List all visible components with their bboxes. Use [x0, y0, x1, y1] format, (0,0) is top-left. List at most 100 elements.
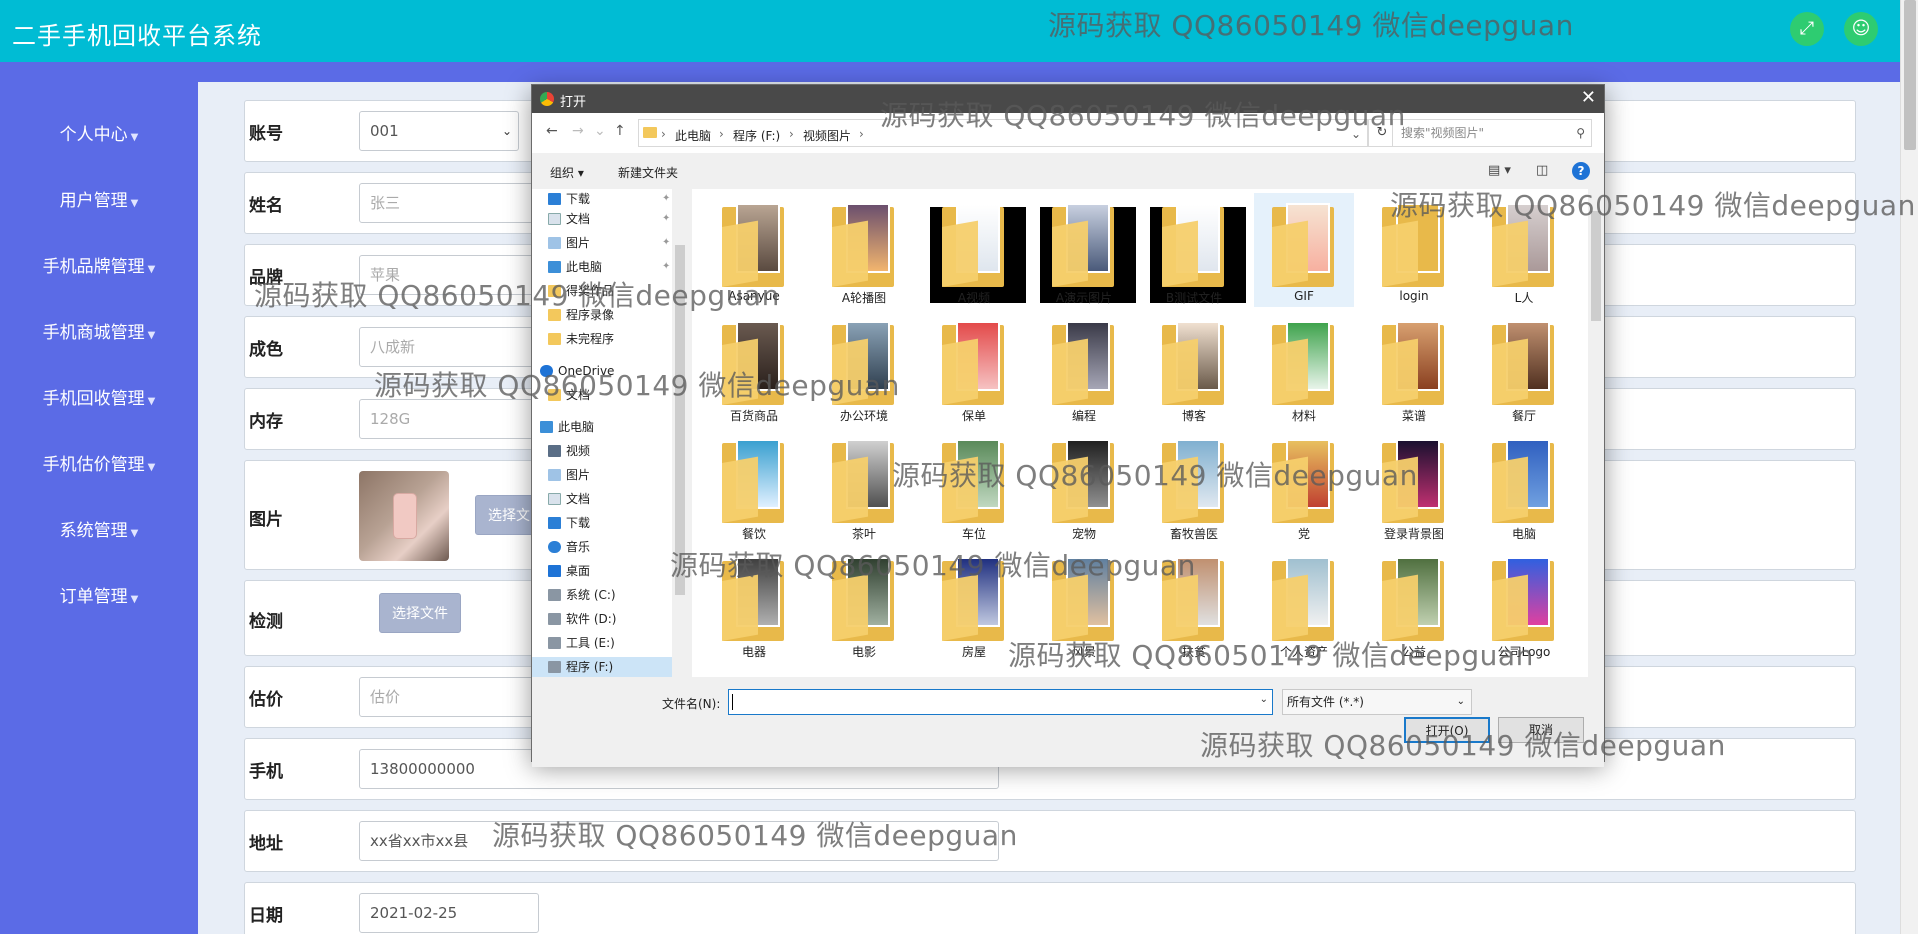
nav-item[interactable]: 软件 (D:) [548, 609, 616, 629]
folder-item-restaurant[interactable]: 餐厅 [1474, 311, 1574, 425]
folder-item-people[interactable]: L人 [1474, 193, 1574, 307]
folder-item-scenery[interactable]: 风景 [1034, 547, 1134, 661]
nav-item[interactable]: 桌面 [548, 561, 590, 581]
folder-item-carousel[interactable]: A轮播图 [814, 193, 914, 307]
sidebar-item-user-management[interactable]: 用户管理 ▼ [0, 186, 198, 211]
folder-front [942, 574, 978, 641]
nav-item[interactable]: 下载 [548, 513, 590, 533]
folder-item-materials[interactable]: 材料 [1254, 311, 1354, 425]
nav-scrollbar[interactable] [672, 189, 688, 677]
file-scrollbar[interactable] [1588, 189, 1604, 677]
chevron-down-icon[interactable]: ⌄ [1260, 694, 1268, 705]
folder-item-recipes[interactable]: 菜谱 [1364, 311, 1464, 425]
folder-item-poverty-aid[interactable]: 扶贫 [1144, 547, 1244, 661]
brand-field[interactable]: 苹果 [359, 255, 539, 295]
forward-arrow-icon[interactable]: → [572, 123, 584, 139]
help-icon[interactable]: ? [1572, 162, 1590, 180]
nav-item[interactable]: 下载 ✦ [548, 189, 670, 209]
nav-item[interactable]: 视频 [548, 441, 590, 461]
nav-item[interactable]: OneDrive [540, 361, 614, 381]
filetype-select[interactable]: 所有文件 (*.*) ⌄ [1282, 689, 1472, 715]
preview-pane-icon[interactable]: ◫ [1536, 163, 1548, 178]
folder-item-asanyue[interactable]: Asanyue [704, 193, 804, 307]
breadcrumb-item[interactable]: 视频图片 [803, 127, 851, 144]
new-folder-button[interactable]: 新建文件夹 [618, 164, 678, 181]
sidebar-item-order-management[interactable]: 订单管理 ▼ [0, 582, 198, 607]
memory-field[interactable]: 128G [359, 399, 539, 439]
folder-item-test-files[interactable]: B测试文件 [1144, 193, 1246, 307]
folder-item-charity[interactable]: 公益 [1364, 547, 1464, 661]
folder-item-login-background[interactable]: 登录背景图 [1364, 429, 1464, 543]
recent-chevron-icon[interactable]: ⌄ [594, 123, 606, 139]
folder-item-login[interactable]: login [1364, 193, 1464, 307]
nav-item[interactable]: 工具 (E:) [548, 633, 615, 653]
folder-item-houses[interactable]: 房屋 [924, 547, 1024, 661]
sidebar-item-mall-management[interactable]: 手机商城管理 ▼ [0, 318, 198, 343]
breadcrumb-item[interactable]: 此电脑 [675, 127, 711, 144]
nav-item[interactable]: 此电脑 [540, 417, 594, 437]
folder-item-programming[interactable]: 编程 [1034, 311, 1134, 425]
fullscreen-icon[interactable]: ⤢ [1790, 12, 1824, 46]
search-input[interactable]: 搜索"视频图片" ⚲ [1392, 119, 1592, 147]
sidebar-item-label: 手机商城管理 [42, 323, 145, 343]
choose-file-button[interactable]: 选择文件 [379, 593, 461, 633]
folder-item-computer[interactable]: 电脑 [1474, 429, 1574, 543]
folder-item-movies[interactable]: 电影 [814, 547, 914, 661]
folder-item-appliances[interactable]: 电器 [704, 547, 804, 661]
sidebar-item-valuation-management[interactable]: 手机估价管理 ▼ [0, 450, 198, 475]
scrollbar-thumb[interactable] [1591, 211, 1601, 321]
nav-item[interactable]: 得奖作品 [548, 281, 614, 301]
folder-item-company-logo[interactable]: 公司Logo [1474, 547, 1574, 661]
sidebar-item-brand-management[interactable]: 手机品牌管理 ▼ [0, 252, 198, 277]
chevron-down-icon[interactable]: ⌄ [1351, 127, 1361, 141]
folder-item-tea[interactable]: 茶叶 [814, 429, 914, 543]
nav-item[interactable]: 文档 [548, 385, 590, 405]
address-field[interactable]: xx省xx市xx县 [359, 821, 999, 861]
scrollbar-thumb[interactable] [675, 245, 685, 595]
folder-item-veterinary[interactable]: 畜牧兽医 [1144, 429, 1244, 543]
folder-item-parking[interactable]: 车位 [924, 429, 1024, 543]
folder-item-demo-pictures[interactable]: A演示图片 [1034, 193, 1136, 307]
folder-item-gif[interactable]: GIF [1254, 193, 1354, 307]
organize-menu[interactable]: 组织 ▾ [550, 164, 584, 181]
condition-field[interactable]: 八成新 [359, 327, 539, 367]
folder-item-office[interactable]: 办公环境 [814, 311, 914, 425]
view-options-icon[interactable]: ▤ ▾ [1488, 163, 1511, 178]
nav-item[interactable]: 未完程序 [548, 329, 614, 349]
nav-item[interactable]: 程序录像 [548, 305, 614, 325]
breadcrumb-item[interactable]: 程序 (F:) [733, 127, 780, 144]
up-arrow-icon[interactable]: ↑ [614, 123, 626, 139]
cancel-button[interactable]: 取消 [1498, 717, 1584, 743]
page-scrollbar[interactable] [1900, 0, 1918, 934]
nav-item[interactable]: 文档 [548, 489, 590, 509]
sidebar-item-personal-center[interactable]: 个人中心 ▼ [0, 120, 198, 145]
sidebar-item-system-management[interactable]: 系统管理 ▼ [0, 516, 198, 541]
folder-item-pets[interactable]: 宠物 [1034, 429, 1134, 543]
back-arrow-icon[interactable]: ← [546, 123, 558, 139]
nav-item[interactable]: 图片 ✦ [548, 233, 670, 253]
folder-item-assets[interactable]: 个人资产 [1254, 547, 1354, 661]
folder-item-goods[interactable]: 百货商品 [704, 311, 804, 425]
folder-item-blog[interactable]: 博客 [1144, 311, 1244, 425]
date-field[interactable]: 2021-02-25 [359, 893, 539, 933]
nav-item[interactable]: 系统 (C:) [548, 585, 616, 605]
address-box[interactable]: › 此电脑 › 程序 (F:) › 视频图片 › ⌄ [638, 119, 1368, 147]
sidebar-item-recycle-management[interactable]: 手机回收管理 ▼ [0, 384, 198, 409]
nav-item[interactable]: 程序 (F:) [548, 657, 613, 677]
open-button[interactable]: 打开(O) [1404, 717, 1490, 743]
account-select[interactable]: 001 ⌄ [359, 111, 519, 151]
estimate-field[interactable]: 估价 [359, 677, 539, 717]
close-icon[interactable]: ✕ [1581, 87, 1596, 108]
scrollbar-thumb[interactable] [1904, 0, 1916, 150]
nav-item[interactable]: 图片 [548, 465, 590, 485]
folder-item-video[interactable]: A视频 [924, 193, 1026, 307]
folder-item-catering[interactable]: 餐饮 [704, 429, 804, 543]
nav-item[interactable]: 此电脑 ✦ [548, 257, 670, 277]
nav-item[interactable]: 文档 ✦ [548, 209, 670, 229]
folder-item-party[interactable]: 党 [1254, 429, 1354, 543]
nav-item[interactable]: 音乐 [548, 537, 590, 557]
filename-input[interactable]: ⌄ [728, 689, 1273, 715]
folder-item-policy[interactable]: 保单 [924, 311, 1024, 425]
name-field[interactable]: 张三 [359, 183, 539, 223]
user-icon[interactable]: ☺ [1844, 12, 1878, 46]
